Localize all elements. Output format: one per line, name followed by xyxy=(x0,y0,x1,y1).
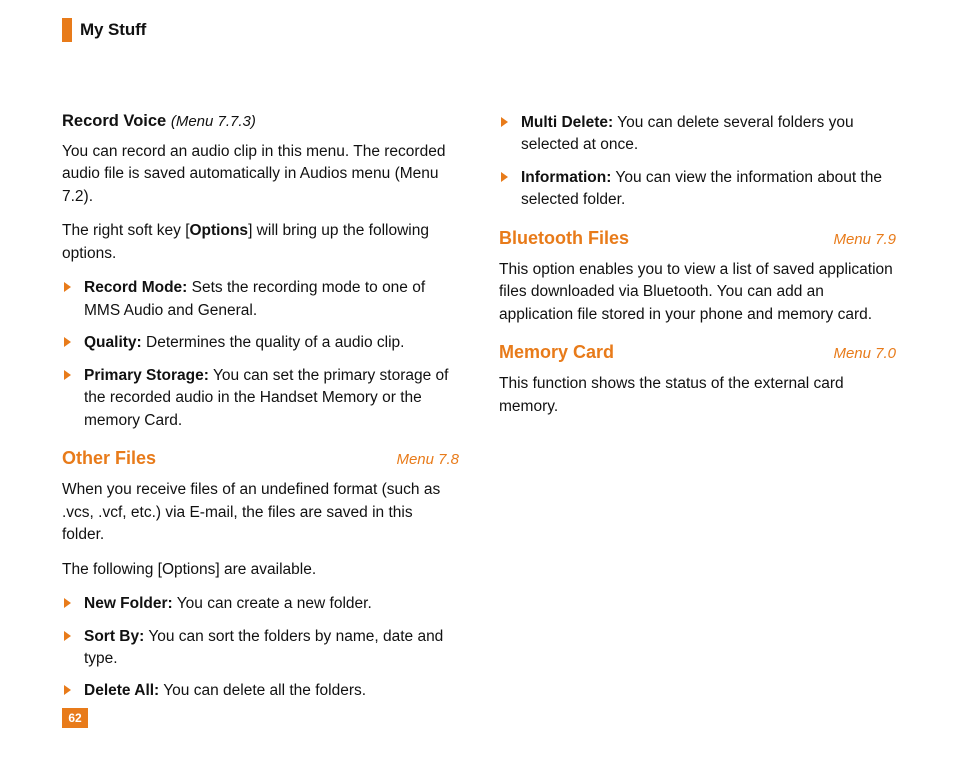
right-column: Multi Delete: You can delete several fol… xyxy=(499,112,896,715)
other-files-bullets: New Folder: You can create a new folder.… xyxy=(62,593,459,703)
rv-p2-opt: Options xyxy=(190,222,249,239)
memory-card-ref: Menu 7.0 xyxy=(833,345,896,362)
bullet-label: Quality: xyxy=(84,334,142,351)
bluetooth-ref: Menu 7.9 xyxy=(833,231,896,248)
bluetooth-para: This option enables you to view a list o… xyxy=(499,259,896,326)
list-item: Sort By: You can sort the folders by nam… xyxy=(62,626,459,671)
list-item: Information: You can view the informatio… xyxy=(499,167,896,212)
record-voice-bullets: Record Mode: Sets the recording mode to … xyxy=(62,277,459,432)
bullet-label: Delete All: xyxy=(84,682,159,699)
header-accent-bar xyxy=(62,18,72,42)
other-files-bullets-continued: Multi Delete: You can delete several fol… xyxy=(499,112,896,212)
list-item: Primary Storage: You can set the primary… xyxy=(62,365,459,432)
other-files-ref: Menu 7.8 xyxy=(396,451,459,468)
page-title: My Stuff xyxy=(80,20,146,40)
list-item: Quality: Determines the quality of a aud… xyxy=(62,332,459,354)
bullet-label: New Folder: xyxy=(84,595,173,612)
bullet-text: You can create a new folder. xyxy=(173,595,372,612)
left-column: Record Voice (Menu 7.7.3) You can record… xyxy=(62,112,459,715)
record-voice-heading: Record Voice (Menu 7.7.3) xyxy=(62,112,459,131)
bullet-label: Record Mode: xyxy=(84,279,187,296)
memory-card-para: This function shows the status of the ex… xyxy=(499,373,896,418)
bluetooth-title: Bluetooth Files xyxy=(499,228,629,249)
bullet-text: You can delete all the folders. xyxy=(159,682,366,699)
bluetooth-files-heading: Bluetooth Files Menu 7.9 xyxy=(499,228,896,249)
bullet-label: Information: xyxy=(521,169,611,186)
other-files-heading: Other Files Menu 7.8 xyxy=(62,448,459,469)
rv-p2a: The right soft key [ xyxy=(62,222,190,239)
bullet-label: Primary Storage: xyxy=(84,367,209,384)
memory-card-title: Memory Card xyxy=(499,342,614,363)
list-item: New Folder: You can create a new folder. xyxy=(62,593,459,615)
record-voice-para1: You can record an audio clip in this men… xyxy=(62,141,459,208)
bullet-label: Multi Delete: xyxy=(521,114,613,131)
list-item: Delete All: You can delete all the folde… xyxy=(62,680,459,702)
record-voice-para2: The right soft key [Options] will bring … xyxy=(62,220,459,265)
other-files-title: Other Files xyxy=(62,448,156,469)
page-header: My Stuff xyxy=(62,18,896,42)
bullet-text: Determines the quality of a audio clip. xyxy=(142,334,405,351)
list-item: Multi Delete: You can delete several fol… xyxy=(499,112,896,157)
record-voice-ref: (Menu 7.7.3) xyxy=(171,113,256,130)
manual-page: My Stuff Record Voice (Menu 7.7.3) You c… xyxy=(0,0,954,764)
page-number: 62 xyxy=(62,708,88,728)
content-columns: Record Voice (Menu 7.7.3) You can record… xyxy=(62,112,896,715)
list-item: Record Mode: Sets the recording mode to … xyxy=(62,277,459,322)
bullet-label: Sort By: xyxy=(84,628,144,645)
other-files-para2: The following [Options] are available. xyxy=(62,559,459,581)
other-files-para1: When you receive files of an undefined f… xyxy=(62,479,459,546)
memory-card-heading: Memory Card Menu 7.0 xyxy=(499,342,896,363)
record-voice-title: Record Voice xyxy=(62,112,166,130)
